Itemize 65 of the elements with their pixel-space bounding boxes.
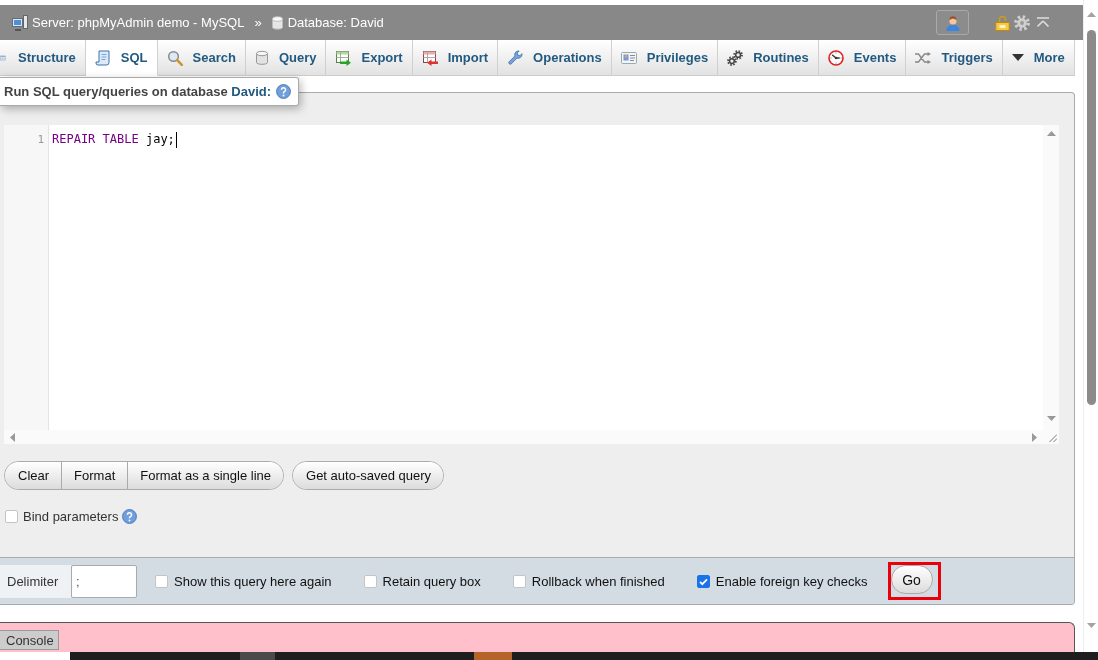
tab[interactable]: Events [818, 40, 907, 76]
delimiter-input[interactable]: ; [71, 564, 137, 598]
user-icon [944, 14, 961, 31]
database-icon [254, 49, 269, 66]
scroll-icon [94, 49, 111, 66]
checkbox[interactable] [363, 574, 377, 588]
table-arrow-icon [421, 49, 438, 66]
help-icon[interactable] [122, 509, 138, 524]
scroll-up-icon[interactable] [1086, 12, 1096, 17]
collapse-icon[interactable] [1036, 16, 1050, 29]
tab[interactable]: Privileges [611, 40, 719, 76]
tab[interactable]: Export [326, 40, 413, 76]
console-tab[interactable]: Console [0, 630, 59, 650]
tab[interactable]: Operations [498, 40, 612, 76]
tab[interactable]: Triggers [906, 40, 1003, 76]
database-link[interactable]: Database: David [287, 15, 384, 30]
lock-icon[interactable] [995, 14, 1010, 31]
checkbox[interactable] [155, 574, 168, 588]
tab[interactable]: Search [157, 40, 246, 76]
format-button[interactable]: Format [61, 462, 128, 489]
tab[interactable]: Structure [0, 40, 86, 76]
server-link[interactable]: Server: phpMyAdmin demo - MySQL [32, 15, 245, 30]
checkbox-label[interactable]: Retain query box [382, 573, 481, 589]
clear-button[interactable]: Clear [5, 462, 62, 489]
checkbox[interactable] [696, 574, 710, 588]
code-line: REPAIR TABLE jay; [52, 132, 175, 147]
line-number: 1 [37, 132, 44, 147]
tab[interactable]: Import [412, 40, 499, 76]
checkbox-label[interactable]: Show this query here again [174, 573, 332, 589]
database-link[interactable]: David: [231, 84, 272, 99]
id-card-icon [620, 51, 637, 64]
settings-icon[interactable] [1014, 14, 1030, 31]
gears-icon [727, 49, 744, 66]
checkbox-label[interactable]: Enable foreign key checks [715, 573, 868, 589]
clock-icon [827, 49, 844, 66]
checkbox[interactable] [5, 510, 18, 523]
caret-down-icon [1011, 54, 1024, 61]
scrollbar-thumb[interactable] [1086, 30, 1096, 405]
breadcrumb-separator: » [254, 15, 262, 30]
scroll-up-icon[interactable] [1046, 131, 1056, 136]
go-button[interactable]: Go [890, 565, 933, 594]
scroll-right-icon[interactable] [1032, 432, 1037, 442]
scroll-down-icon[interactable] [1046, 416, 1056, 421]
legend-text: Run SQL query/queries on database David: [4, 84, 272, 99]
server-icon [12, 14, 28, 31]
checkbox[interactable] [512, 574, 526, 588]
delimiter-label: Delimiter [0, 564, 71, 598]
single-line-format-button[interactable]: Format as a single line [127, 462, 284, 489]
scroll-down-icon[interactable] [1086, 623, 1096, 628]
checkbox-label[interactable]: Bind parameters [23, 509, 119, 524]
user-button[interactable] [936, 10, 969, 35]
database-icon [271, 15, 283, 30]
sql-editor[interactable]: 1 REPAIR TABLE jay; [4, 125, 1059, 444]
auto-saved-query-button[interactable]: Get auto-saved query [293, 462, 444, 489]
resize-grip-icon[interactable] [1049, 434, 1057, 442]
tab[interactable]: More [1002, 40, 1075, 76]
scroll-left-icon[interactable] [10, 432, 15, 442]
shuffle-icon [915, 51, 932, 64]
checkbox-label[interactable]: Rollback when finished [531, 573, 665, 589]
search-icon [166, 49, 183, 66]
tab[interactable]: Routines [718, 40, 819, 76]
wrench-icon [507, 49, 524, 66]
table-arrow-icon [335, 49, 352, 66]
tab[interactable]: Query [245, 40, 327, 76]
help-icon[interactable] [276, 84, 292, 99]
